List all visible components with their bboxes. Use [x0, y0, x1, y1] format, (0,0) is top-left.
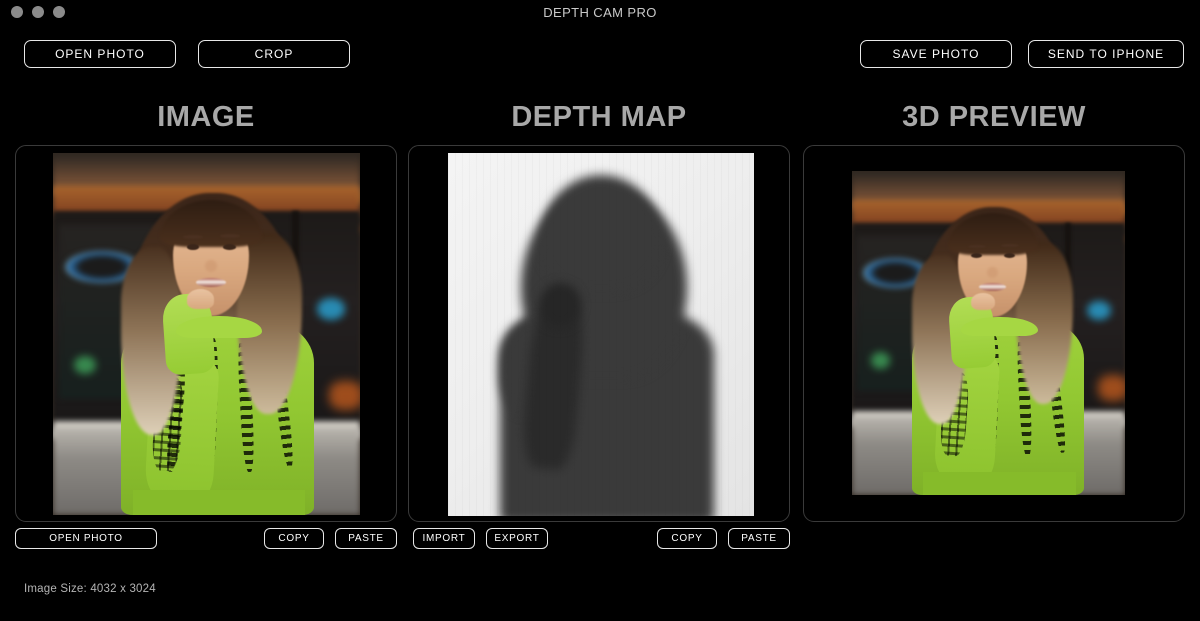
- preview-background-orange-light: [1097, 375, 1125, 402]
- image-panel[interactable]: [15, 145, 397, 522]
- preview-panel[interactable]: [803, 145, 1185, 522]
- preview-render[interactable]: [852, 171, 1125, 495]
- image-panel-actions: OPEN PHOTO COPY PASTE: [15, 528, 397, 549]
- source-photo[interactable]: [53, 153, 360, 515]
- save-photo-button[interactable]: SAVE PHOTO: [860, 40, 1012, 68]
- preview-subject-eyebrow: [968, 244, 986, 248]
- photo-background-orange-light: [329, 381, 360, 410]
- crop-button[interactable]: CROP: [198, 40, 350, 68]
- image-actions-left: OPEN PHOTO: [15, 528, 157, 549]
- preview-subject-hand: [970, 292, 996, 311]
- preview-subject-sweater-collar: [961, 316, 1038, 337]
- image-open-photo-button[interactable]: OPEN PHOTO: [15, 528, 157, 549]
- depth-map-panel[interactable]: [408, 145, 790, 522]
- preview-subject-sweater-hem: [922, 472, 1076, 495]
- image-paste-button[interactable]: PASTE: [335, 528, 397, 549]
- image-column-heading: IMAGE: [157, 101, 255, 133]
- preview-subject-nose: [987, 266, 999, 278]
- depth-import-button[interactable]: IMPORT: [413, 528, 475, 549]
- depth-export-button[interactable]: EXPORT: [486, 528, 548, 549]
- subject-hand: [186, 288, 215, 309]
- preview-subject-eye: [970, 252, 983, 258]
- depth-column-heading: DEPTH MAP: [511, 101, 687, 133]
- app-window: DEPTH CAM PRO OPEN PHOTO CROP SAVE PHOTO…: [0, 0, 1200, 621]
- depth-paste-button[interactable]: PASTE: [728, 528, 790, 549]
- primary-toolbar-left: OPEN PHOTO CROP: [24, 40, 350, 68]
- send-to-iphone-button[interactable]: SEND TO IPHONE: [1028, 40, 1184, 68]
- open-photo-button[interactable]: OPEN PHOTO: [24, 40, 176, 68]
- image-size-status: Image Size: 4032 x 3024: [24, 583, 156, 595]
- photo-background-green-light: [74, 355, 96, 374]
- depth-actions-left: IMPORT EXPORT: [413, 528, 548, 549]
- subject-sweater-hem: [132, 489, 305, 515]
- title-bar: DEPTH CAM PRO: [0, 0, 1200, 27]
- primary-toolbar-right: SAVE PHOTO SEND TO IPHONE: [860, 40, 1184, 68]
- image-actions-right: COPY PASTE: [264, 528, 397, 549]
- depth-copy-button[interactable]: COPY: [657, 528, 717, 549]
- preview-subject-eyebrow: [1000, 243, 1019, 248]
- photo-background-cyan-light: [317, 297, 345, 320]
- subject-eyebrow: [183, 235, 204, 239]
- image-copy-button[interactable]: COPY: [264, 528, 324, 549]
- depth-actions-right: COPY PASTE: [657, 528, 790, 549]
- preview-background-green-light: [871, 352, 891, 369]
- depth-map-image[interactable]: [448, 153, 754, 516]
- app-title: DEPTH CAM PRO: [543, 5, 657, 20]
- depth-panel-actions: IMPORT EXPORT COPY PASTE: [413, 528, 790, 549]
- depth-map-noise: [448, 153, 754, 516]
- preview-column-heading: 3D PREVIEW: [902, 101, 1086, 133]
- preview-subject-eye: [1003, 252, 1015, 258]
